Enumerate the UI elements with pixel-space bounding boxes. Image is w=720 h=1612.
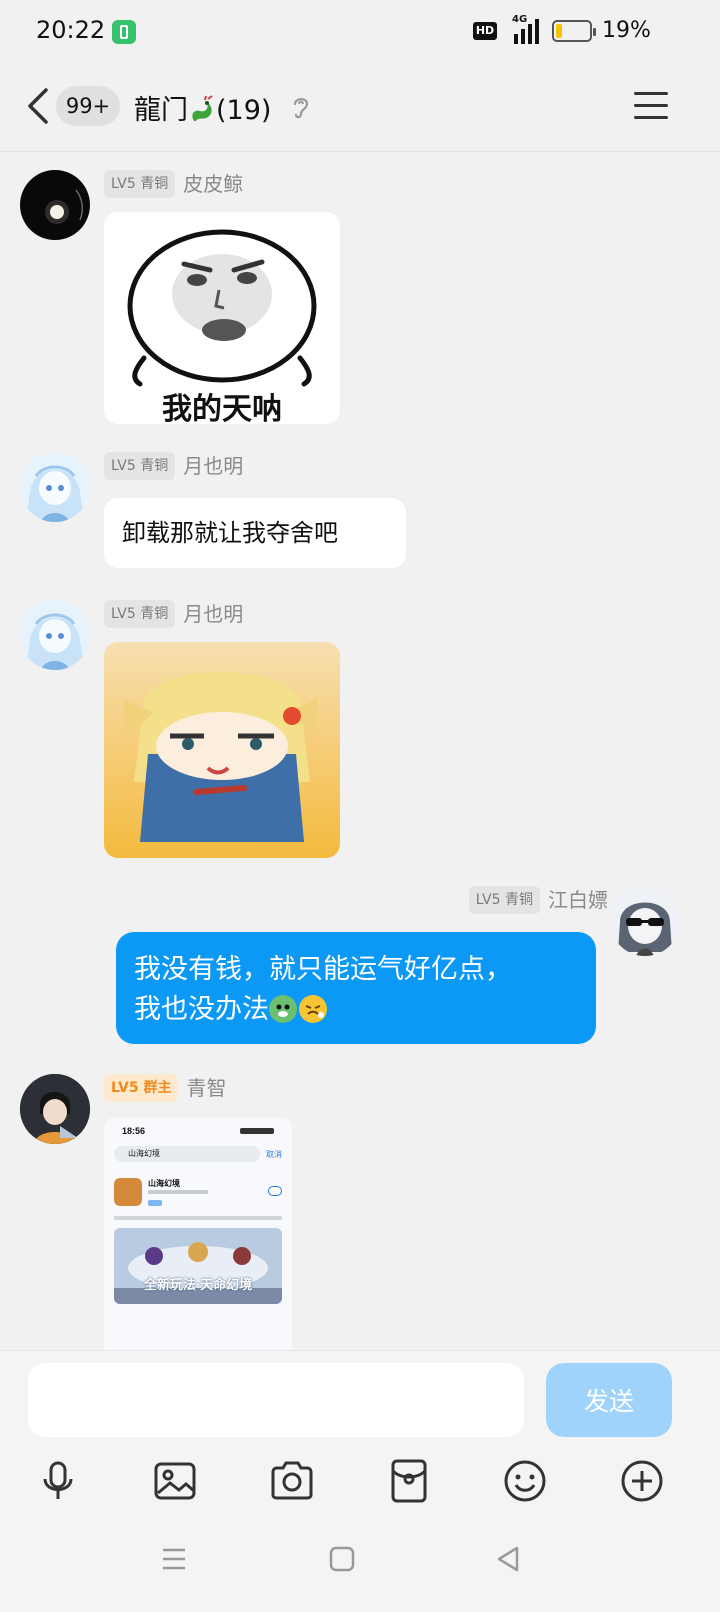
- unread-badge[interactable]: 99+: [56, 86, 120, 126]
- app-subtitle: [148, 1190, 208, 1194]
- red-packet-icon[interactable]: [385, 1457, 433, 1505]
- avatar[interactable]: [20, 452, 90, 522]
- menu-button[interactable]: [634, 92, 668, 120]
- avatar[interactable]: [610, 886, 680, 956]
- emoji-icon[interactable]: [501, 1457, 549, 1505]
- send-button[interactable]: 发送: [546, 1363, 672, 1437]
- dog-emoji-icon: [269, 995, 297, 1023]
- battery-percent: 19%: [602, 18, 651, 43]
- sender-row: LV5 青铜 皮皮鲸: [104, 170, 243, 198]
- sender-name[interactable]: 月也明: [183, 600, 243, 628]
- chat-title[interactable]: 龍门 (19): [134, 88, 271, 127]
- status-time: 20:22: [36, 16, 106, 44]
- recent-apps-button[interactable]: [156, 1541, 192, 1577]
- microphone-icon[interactable]: [34, 1457, 82, 1505]
- battery-saver-icon: [112, 20, 136, 44]
- download-icon: [268, 1186, 282, 1196]
- battery-level: [556, 24, 562, 38]
- sender-name[interactable]: 皮皮鲸: [183, 170, 243, 198]
- sender-row: LV5 青铜 月也明: [104, 600, 243, 628]
- sender-row: LV5 青铜 江白嫖: [468, 886, 608, 914]
- avatar[interactable]: [20, 600, 90, 670]
- message-list[interactable]: LV5 青铜 皮皮鲸 我的天呐 LV5 青铜 月也明 卸载那就让我夺舍吧 LV5 青…: [0, 152, 720, 1350]
- screenshot-time: 18:56: [122, 1126, 146, 1136]
- screenshot-search-query: 山海幻境: [128, 1149, 160, 1158]
- nav-back-button[interactable]: [490, 1541, 526, 1577]
- sneeze-emoji-icon: [299, 995, 327, 1023]
- chat-header: 99+ 龍门 (19): [0, 64, 720, 152]
- message-line-2: 我也没办法: [134, 990, 578, 1030]
- group-name: 龍门: [134, 95, 188, 126]
- screenshot-status-icons: [240, 1128, 274, 1134]
- signal-icon: 4G: [512, 14, 544, 44]
- app-meta: [114, 1216, 282, 1220]
- image-message[interactable]: 18:56 山海幻境 取消 山海幻境 全新玩法·天命幻境: [104, 1118, 292, 1350]
- sender-row: LV5 群主 青智: [104, 1074, 226, 1102]
- message-line-text: 我也没办法: [134, 994, 269, 1025]
- hd-badge: HD: [473, 22, 497, 40]
- app-icon: [114, 1178, 142, 1206]
- sender-row: LV5 青铜 月也明: [104, 452, 243, 480]
- sender-name[interactable]: 月也明: [183, 452, 243, 480]
- owner-tag: LV5 群主: [104, 1074, 179, 1102]
- banner-text: 全新玩法·天命幻境: [143, 1277, 253, 1292]
- message-line: 我没有钱，就只能运气好亿点，: [134, 954, 512, 985]
- screenshot-search-box: 山海幻境: [114, 1146, 260, 1162]
- camera-icon[interactable]: [268, 1457, 316, 1505]
- app-tag: [148, 1200, 162, 1206]
- dragon-emoji-icon: [188, 95, 216, 125]
- level-tag: LV5 青铜: [468, 886, 540, 914]
- screenshot-cancel: 取消: [266, 1150, 282, 1159]
- sticker-caption: 我的天呐: [162, 392, 282, 424]
- message-input[interactable]: [28, 1363, 524, 1437]
- level-tag: LV5 青铜: [104, 170, 176, 198]
- sender-name[interactable]: 青智: [186, 1074, 226, 1102]
- ear-icon[interactable]: [290, 94, 312, 120]
- image-icon[interactable]: [151, 1457, 199, 1505]
- input-panel: 发送: [0, 1350, 720, 1612]
- level-tag: LV5 青铜: [104, 600, 176, 628]
- plus-icon[interactable]: [618, 1457, 666, 1505]
- member-count: (19): [216, 95, 272, 126]
- avatar[interactable]: [20, 1074, 90, 1144]
- screenshot-app-name: 山海幻境: [148, 1179, 180, 1188]
- back-button[interactable]: [22, 84, 58, 128]
- network-type: 4G: [512, 14, 528, 25]
- sticker-message[interactable]: 我的天呐: [104, 212, 340, 424]
- game-banner: 全新玩法·天命幻境: [114, 1228, 282, 1304]
- level-tag: LV5 青铜: [104, 452, 176, 480]
- battery-icon: [552, 20, 596, 42]
- sender-name[interactable]: 江白嫖: [548, 886, 608, 914]
- status-bar: 20:22 HD 4G 19%: [0, 0, 720, 64]
- sticker-message[interactable]: [104, 642, 340, 858]
- avatar[interactable]: [20, 170, 90, 240]
- text-message-outgoing[interactable]: 我没有钱，就只能运气好亿点， 我也没办法: [116, 932, 596, 1044]
- text-message[interactable]: 卸载那就让我夺舍吧: [104, 498, 406, 568]
- home-button[interactable]: [324, 1541, 360, 1577]
